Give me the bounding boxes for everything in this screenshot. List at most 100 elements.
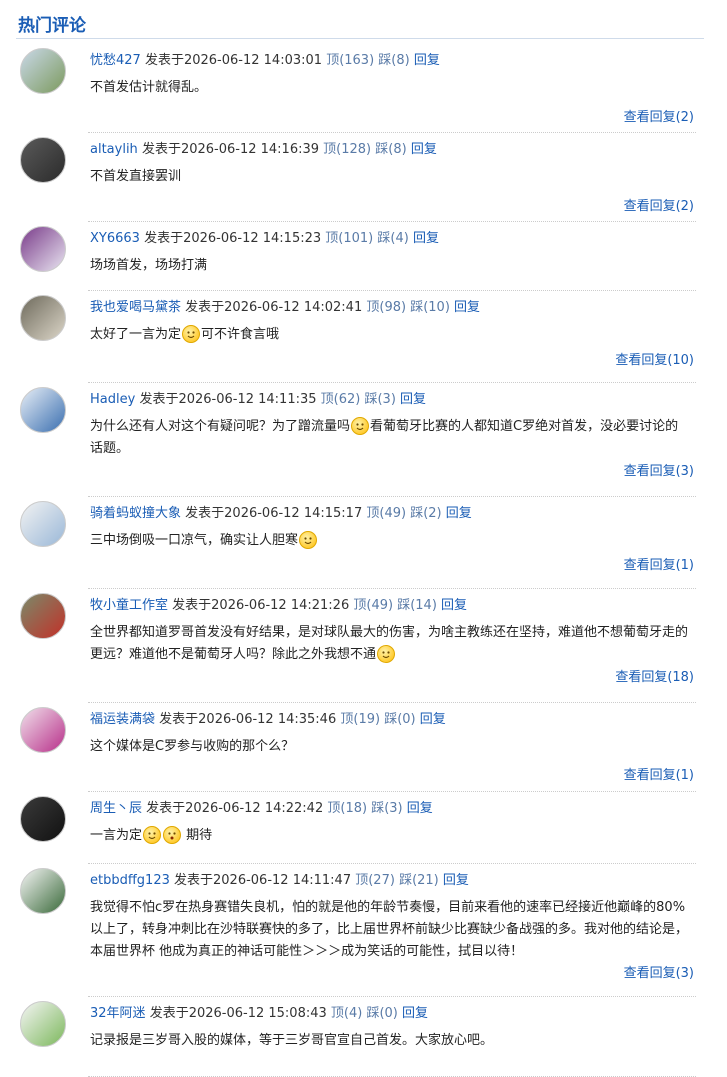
comment-list: 忧愁427 发表于2026-06-12 14:03:01 顶(163) 踩(8)… (0, 44, 727, 1077)
upvote-button[interactable]: 顶(101) (325, 231, 373, 246)
upvote-button[interactable]: 顶(49) (366, 506, 406, 521)
posted-label: 发表于2026-06-12 14:11:35 (139, 392, 317, 407)
downvote-button[interactable]: 踩(3) (364, 392, 395, 407)
view-replies-link[interactable]: 查看回复(2) (624, 195, 694, 214)
comment-meta: etbbdffg123 发表于2026-06-12 14:11:47 顶(27)… (90, 872, 469, 890)
comment-meta: altaylih 发表于2026-06-12 14:16:39 顶(128) 踩… (90, 141, 437, 159)
reply-button[interactable]: 回复 (400, 392, 426, 407)
reply-button[interactable]: 回复 (443, 873, 469, 888)
avatar[interactable] (20, 226, 66, 272)
posted-label: 发表于2026-06-12 14:35:46 (159, 712, 337, 727)
reply-button[interactable]: 回复 (411, 142, 437, 157)
view-replies-link[interactable]: 查看回复(10) (615, 349, 694, 368)
view-replies-link[interactable]: 查看回复(3) (624, 962, 694, 981)
comment-text: 场场首发，场场打满 (90, 258, 208, 273)
downvote-button[interactable]: 踩(8) (378, 53, 409, 68)
comment-meta: 周生丶辰 发表于2026-06-12 14:22:42 顶(18) 踩(3) 回… (90, 800, 433, 818)
comment-item: 骑着蚂蚁撞大象 发表于2026-06-12 14:15:17 顶(49) 踩(2… (0, 497, 727, 589)
upvote-button[interactable]: 顶(27) (355, 873, 395, 888)
downvote-button[interactable]: 踩(3) (371, 801, 402, 816)
avatar[interactable] (20, 48, 66, 94)
blush-emoji (143, 826, 162, 844)
avatar[interactable] (20, 868, 66, 914)
view-replies-link[interactable]: 查看回复(1) (624, 554, 694, 573)
reply-button[interactable]: 回复 (413, 231, 439, 246)
author-link[interactable]: 忧愁427 (90, 53, 141, 68)
comment-meta: 牧小童工作室 发表于2026-06-12 14:21:26 顶(49) 踩(14… (90, 597, 467, 615)
avatar[interactable] (20, 501, 66, 547)
downvote-button[interactable]: 踩(21) (399, 873, 439, 888)
comment-text: 三中场倒吸一口凉气，确实让人胆寒 (90, 530, 690, 552)
author-link[interactable]: Hadley (90, 392, 135, 407)
downvote-button[interactable]: 踩(2) (410, 506, 441, 521)
view-replies-link[interactable]: 查看回复(3) (624, 460, 694, 479)
upvote-button[interactable]: 顶(163) (326, 53, 374, 68)
author-link[interactable]: etbbdffg123 (90, 873, 170, 888)
comment-text: 全世界都知道罗哥首发没有好结果，是对球队最大的伤害，为啥主教练还在坚持，难道他不… (90, 625, 689, 663)
avatar[interactable] (20, 1001, 66, 1047)
avatar[interactable] (20, 387, 66, 433)
comment-text: 不首发估计就得乱。 (90, 80, 208, 95)
comment-meta: 32年阿迷 发表于2026-06-12 15:08:43 顶(4) 踩(0) 回… (90, 1005, 428, 1023)
downvote-button[interactable]: 踩(14) (397, 598, 437, 613)
author-link[interactable]: 周生丶辰 (90, 801, 142, 816)
upvote-button[interactable]: 顶(49) (353, 598, 393, 613)
comment-item: 周生丶辰 发表于2026-06-12 14:22:42 顶(18) 踩(3) 回… (0, 792, 727, 864)
author-link[interactable]: 福运装满袋 (90, 712, 155, 727)
view-replies-link[interactable]: 查看回复(1) (624, 764, 694, 783)
comment-text: 不首发直接罢训 (90, 169, 182, 184)
comment-item: 福运装满袋 发表于2026-06-12 14:35:46 顶(19) 踩(0) … (0, 703, 727, 792)
author-link[interactable]: 我也爱喝马黛茶 (90, 300, 181, 315)
upvote-button[interactable]: 顶(19) (340, 712, 380, 727)
upvote-button[interactable]: 顶(98) (366, 300, 406, 315)
comment-meta: 忧愁427 发表于2026-06-12 14:03:01 顶(163) 踩(8)… (90, 52, 440, 70)
author-link[interactable]: XY6663 (90, 231, 140, 246)
author-link[interactable]: 骑着蚂蚁撞大象 (90, 506, 181, 521)
comment-item: 忧愁427 发表于2026-06-12 14:03:01 顶(163) 踩(8)… (0, 44, 727, 133)
view-replies-link[interactable]: 查看回复(18) (615, 666, 694, 685)
downvote-button[interactable]: 踩(0) (384, 712, 415, 727)
smile-emoji (299, 531, 318, 549)
posted-label: 发表于2026-06-12 15:08:43 (149, 1006, 327, 1021)
comment-item: 32年阿迷 发表于2026-06-12 15:08:43 顶(4) 踩(0) 回… (0, 997, 727, 1077)
avatar[interactable] (20, 137, 66, 183)
posted-label: 发表于2026-06-12 14:21:26 (172, 598, 350, 613)
downvote-button[interactable]: 踩(8) (375, 142, 406, 157)
posted-label: 发表于2026-06-12 14:15:17 (185, 506, 363, 521)
avatar[interactable] (20, 707, 66, 753)
downvote-button[interactable]: 踩(0) (366, 1006, 397, 1021)
reply-button[interactable]: 回复 (420, 712, 446, 727)
author-link[interactable]: 32年阿迷 (90, 1006, 146, 1021)
reply-button[interactable]: 回复 (454, 300, 480, 315)
downvote-button[interactable]: 踩(10) (410, 300, 450, 315)
reply-button[interactable]: 回复 (402, 1006, 428, 1021)
posted-label: 发表于2026-06-12 14:15:23 (144, 231, 322, 246)
reply-button[interactable]: 回复 (407, 801, 433, 816)
avatar[interactable] (20, 295, 66, 341)
upvote-button[interactable]: 顶(4) (331, 1006, 362, 1021)
comment-meta: XY6663 发表于2026-06-12 14:15:23 顶(101) 踩(4… (90, 230, 439, 248)
comment-meta: 福运装满袋 发表于2026-06-12 14:35:46 顶(19) 踩(0) … (90, 711, 446, 729)
upvote-button[interactable]: 顶(62) (321, 392, 361, 407)
author-link[interactable]: 牧小童工作室 (90, 598, 168, 613)
upvote-button[interactable]: 顶(128) (323, 142, 371, 157)
reply-button[interactable]: 回复 (441, 598, 467, 613)
posted-label: 发表于2026-06-12 14:16:39 (141, 142, 320, 157)
surprised-emoji (163, 826, 182, 844)
posted-label: 发表于2026-06-12 14:11:47 (174, 873, 352, 888)
comment-item: XY6663 发表于2026-06-12 14:15:23 顶(101) 踩(4… (0, 222, 727, 291)
section-title: 热门评论 (18, 16, 86, 36)
reply-button[interactable]: 回复 (414, 53, 440, 68)
comment-meta: Hadley 发表于2026-06-12 14:11:35 顶(62) 踩(3)… (90, 391, 426, 409)
author-link[interactable]: altaylih (90, 142, 138, 157)
posted-label: 发表于2026-06-12 14:22:42 (146, 801, 324, 816)
view-replies-link[interactable]: 查看回复(2) (624, 106, 694, 125)
comment-text: 我觉得不怕c罗在热身赛错失良机，怕的就是他的年龄节奏慢，目前来看他的速率已经接近… (90, 900, 689, 959)
reply-button[interactable]: 回复 (446, 506, 472, 521)
hot-comments-header: 热门评论 (16, 8, 704, 39)
comment-item: 我也爱喝马黛茶 发表于2026-06-12 14:02:41 顶(98) 踩(1… (0, 291, 727, 383)
avatar[interactable] (20, 593, 66, 639)
downvote-button[interactable]: 踩(4) (377, 231, 408, 246)
avatar[interactable] (20, 796, 66, 842)
upvote-button[interactable]: 顶(18) (327, 801, 367, 816)
